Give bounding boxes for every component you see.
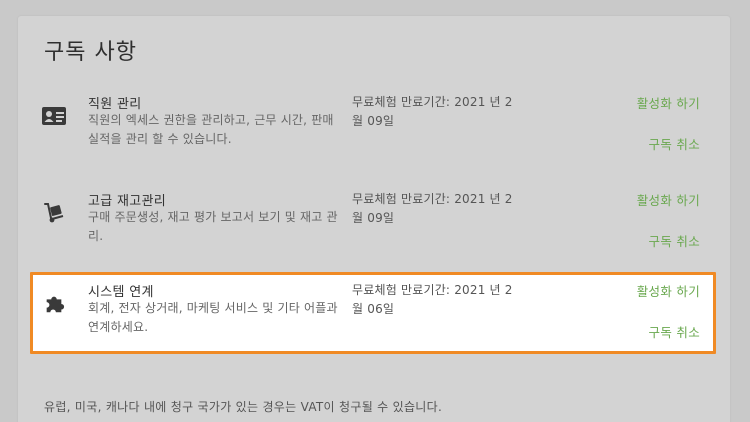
activate-link[interactable]: 활성화 하기: [637, 93, 700, 112]
subscription-title: 고급 재고관리: [88, 194, 166, 209]
activate-link[interactable]: 활성화 하기: [637, 281, 700, 300]
puzzle-piece-icon: [40, 290, 68, 318]
trial-expiry: 무료체험 만료기간: 2021 년 2월 09일: [352, 192, 513, 225]
subscription-title: 직원 관리: [88, 97, 142, 112]
page-title: 구독 사항: [44, 40, 137, 65]
trial-expiry: 무료체험 만료기간: 2021 년 2월 09일: [352, 95, 513, 128]
activate-link[interactable]: 활성화 하기: [637, 190, 700, 209]
subscription-row-employee-management: 직원 관리 직원의 엑세스 권한을 관리하고, 근무 시간, 판매실적을 관리 …: [30, 84, 716, 164]
cancel-subscription-link[interactable]: 구독 취소: [649, 231, 700, 250]
hand-truck-icon: [40, 199, 68, 227]
trial-expiry: 무료체험 만료기간: 2021 년 2월 06일: [352, 283, 513, 316]
subscription-description: 직원의 엑세스 권한을 관리하고, 근무 시간, 판매실적을 관리 할 수 있습…: [88, 113, 334, 146]
cancel-subscription-link[interactable]: 구독 취소: [649, 322, 700, 341]
subscription-title: 시스템 연계: [88, 285, 154, 300]
subscription-row-advanced-inventory: 고급 재고관리 구매 주문생성, 재고 평가 보고서 보기 및 재고 관리. 무…: [30, 181, 716, 261]
id-card-icon: [40, 102, 68, 130]
subscription-description: 회계, 전자 상거래, 마케팅 서비스 및 기타 어플과 연계하세요.: [88, 301, 338, 334]
vat-notice: 유럽, 미국, 캐나다 내에 청구 국가가 있는 경우는 VAT이 청구될 수 …: [44, 400, 443, 414]
subscription-description: 구매 주문생성, 재고 평가 보고서 보기 및 재고 관리.: [88, 210, 338, 243]
cancel-subscription-link[interactable]: 구독 취소: [649, 134, 700, 153]
subscription-row-system-integration: 시스템 연계 회계, 전자 상거래, 마케팅 서비스 및 기타 어플과 연계하세…: [30, 272, 716, 354]
